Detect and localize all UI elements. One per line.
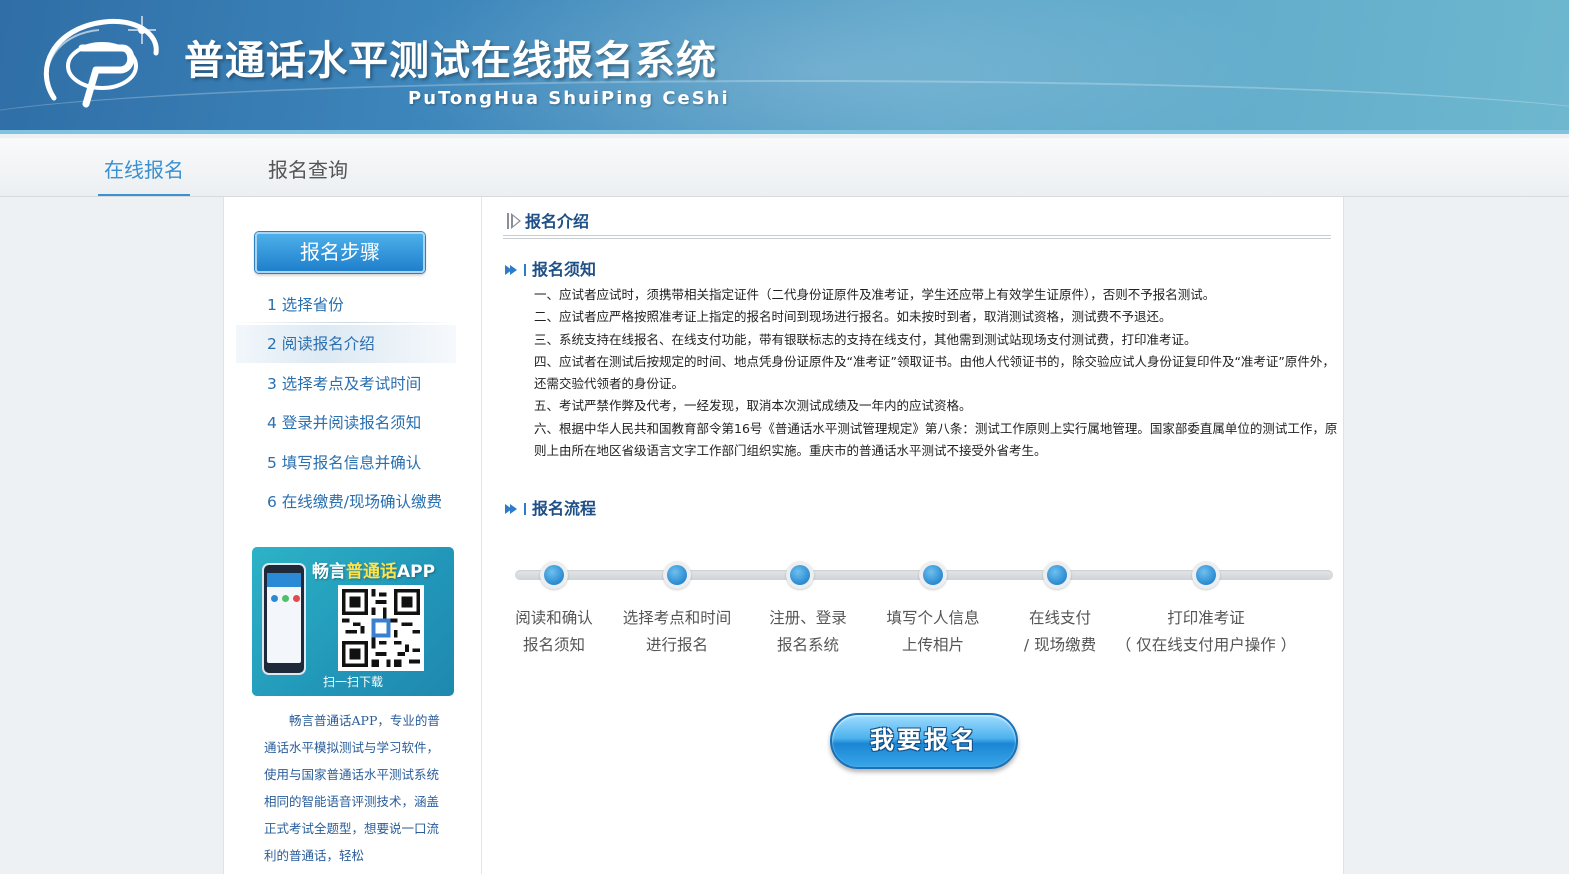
nav-tab-online-registration[interactable]: 在线报名 (98, 138, 190, 197)
double-arrow-icon (505, 264, 521, 276)
notice-heading: 报名须知 (505, 256, 596, 280)
notice-item: 四、应试者在测试后按规定的时间、地点凭身份证原件及“准考证”领取证书。由他人代领… (534, 353, 1335, 392)
notice-item: 一、应试者应试时，须携带相关指定证件（二代身份证原件及准考证，学生还应带上有效学… (534, 287, 1216, 302)
step-divider (236, 322, 456, 323)
top-nav: 在线报名 报名查询 (0, 138, 1569, 197)
notice-item: 六、根据中华人民共和国教育部令第16号《普通话水平测试管理规定》第八条：测试工作… (534, 420, 1338, 459)
section-divider (503, 235, 1331, 239)
flow-step-dot (1192, 561, 1220, 589)
scan-to-download-label: 扫一扫下载 (322, 675, 383, 689)
section-bar-icon (507, 213, 509, 229)
nav-tab-registration-query[interactable]: 报名查询 (262, 138, 354, 197)
sidebar-step-select-site-time[interactable]: 3 选择考点及考试时间 (236, 365, 456, 403)
site-title: 普通话水平测试在线报名系统 (184, 38, 717, 84)
content-panel: 报名介绍 报名须知 一、应试者应试时，须携带相关指定证件（二代身份证原件及准考证… (483, 197, 1345, 874)
banner-wave (0, 80, 1569, 130)
register-button[interactable]: 我要报名 (830, 713, 1018, 769)
sidebar: 报名步骤 1 选择省份 2 阅读报名介绍 3 选择考点及考试时间 4 登录并阅读… (224, 197, 482, 874)
flow-step-dot (540, 561, 568, 589)
flow-step-dot (1043, 561, 1071, 589)
site-subtitle: PuTongHua ShuiPing CeShi (408, 88, 730, 109)
sidebar-step-login-read-notice[interactable]: 4 登录并阅读报名须知 (236, 404, 456, 442)
sidebar-step-select-province[interactable]: 1 选择省份 (236, 286, 456, 324)
steps-header: 报名步骤 (255, 232, 425, 273)
qr-code-icon (338, 585, 424, 671)
flow-step-dot (919, 561, 947, 589)
putonghua-logo-icon (43, 16, 159, 108)
notice-list: 一、应试者应试时，须携带相关指定证件（二代身份证原件及准考证，学生还应带上有效学… (534, 284, 1344, 462)
main-container: 报名步骤 1 选择省份 2 阅读报名介绍 3 选择考点及考试时间 4 登录并阅读… (223, 197, 1344, 874)
sidebar-step-payment[interactable]: 6 在线缴费/现场确认缴费 (236, 483, 456, 521)
app-download-banner[interactable]: 畅言普通话APP 扫一扫下载 (252, 547, 454, 696)
triangle-icon (511, 213, 521, 229)
flow-heading: 报名流程 (505, 495, 596, 519)
app-title: 畅言普通话APP (312, 562, 436, 582)
flow-step-dot (663, 561, 691, 589)
app-description: 畅言普通话APP，专业的普通话水平模拟测试与学习软件，使用与国家普通话水平测试系… (264, 713, 440, 863)
flow-step-label: 打印准考证（ 仅在线支付用户操作 ） (1115, 609, 1297, 654)
section-title: 报名介绍 (507, 208, 589, 232)
header-banner: 普通话水平测试在线报名系统 PuTongHua ShuiPing CeShi (0, 0, 1569, 134)
notice-item: 三、系统支持在线报名、在线支付功能，带有银联标志的支持在线支付，其他需到测试站现… (534, 331, 1197, 347)
notice-item: 五、考试严禁作弊及代考，一经发现，取消本次测试成绩及一年内的应试资格。 (534, 398, 972, 414)
notice-item: 二、应试者应严格按照准考证上指定的报名时间到现场进行报名。如未按时到者，取消测试… (534, 309, 1172, 325)
sidebar-step-read-intro[interactable]: 2 阅读报名介绍 (236, 325, 456, 363)
phone-illustration (262, 563, 306, 675)
double-arrow-icon (505, 503, 521, 515)
flow-step-dot (786, 561, 814, 589)
sidebar-step-fill-info[interactable]: 5 填写报名信息并确认 (236, 444, 456, 482)
